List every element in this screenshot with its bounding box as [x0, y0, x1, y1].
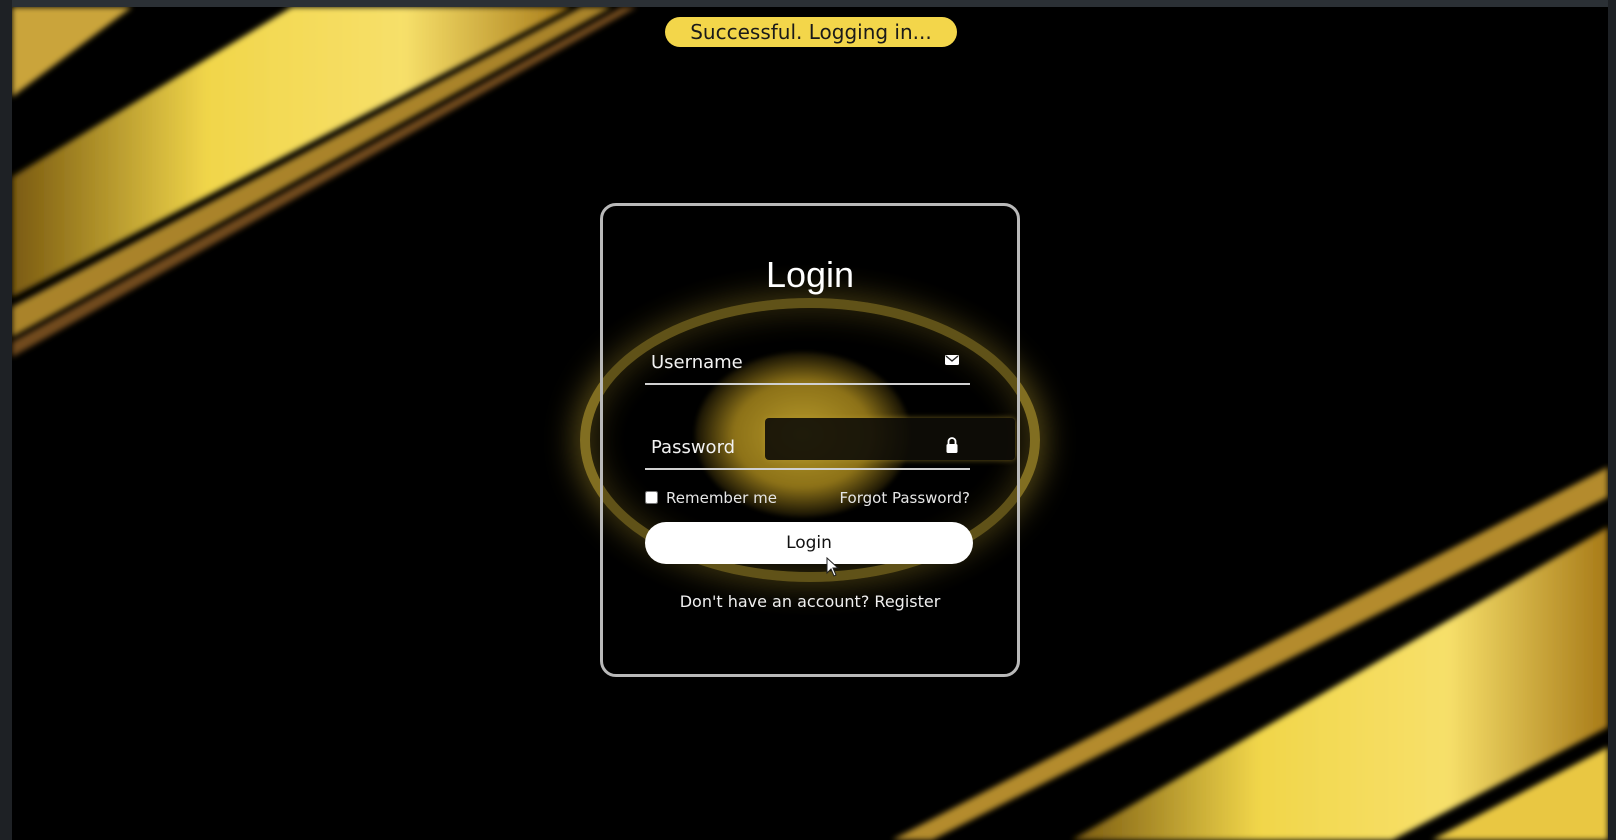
remember-me-label: Remember me	[666, 489, 777, 507]
remember-me-checkbox[interactable]	[645, 491, 658, 504]
register-prompt-text: Don't have an account?	[679, 592, 870, 611]
password-input[interactable]	[645, 424, 943, 470]
top-frame-bar	[0, 0, 1616, 7]
register-prompt: Don't have an account? Register	[600, 592, 1020, 611]
left-frame-bar	[0, 0, 12, 840]
lock-icon	[946, 437, 958, 453]
username-field	[645, 339, 970, 385]
login-title: Login	[765, 254, 855, 295]
register-link[interactable]: Register	[874, 592, 940, 611]
mouse-cursor-icon	[826, 557, 840, 577]
forgot-password-link[interactable]: Forgot Password?	[830, 489, 970, 507]
username-input[interactable]	[645, 339, 943, 385]
password-field	[645, 424, 970, 470]
envelope-icon	[945, 355, 959, 365]
login-success-toast: Successful. Logging in...	[665, 17, 957, 47]
login-button[interactable]: Login	[645, 522, 973, 564]
right-frame-bar	[1608, 0, 1616, 840]
